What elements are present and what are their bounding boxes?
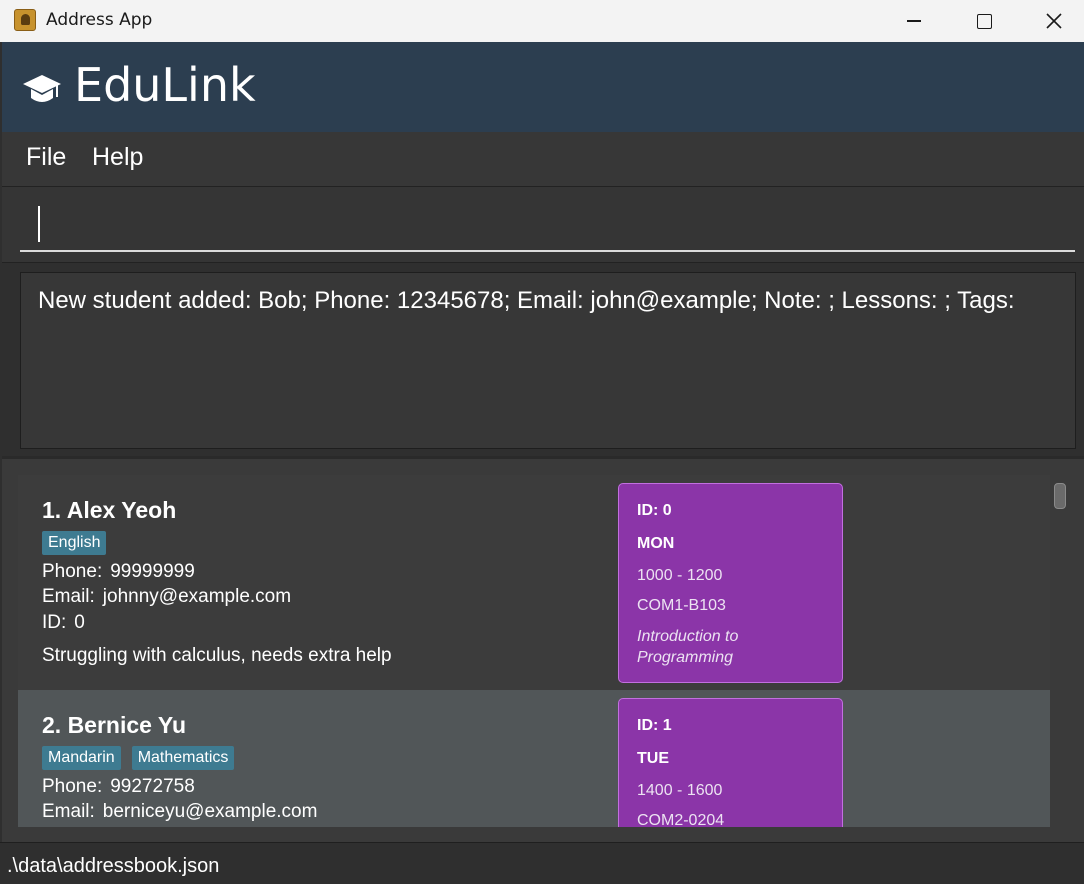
tag-badge: English	[42, 531, 107, 555]
student-list[interactable]: 1. Alex Yeoh English Phone: 99999999 Emai…	[18, 475, 1050, 827]
lesson-day: TUE	[637, 750, 669, 767]
text-caret	[38, 206, 40, 242]
tag-list: Mandarin Mathematics	[42, 746, 235, 770]
lesson-card[interactable]: ID: 1 TUE 1400 - 1600 COM2-0204	[618, 698, 843, 827]
phone-label: Phone:	[42, 561, 103, 582]
lesson-id: ID: 1	[637, 717, 672, 734]
email-label: Email:	[42, 801, 95, 822]
tag-badge: Mandarin	[42, 746, 121, 770]
student-card[interactable]: 2. Bernice Yu Mandarin Mathematics Phone…	[18, 690, 1050, 827]
menu-file[interactable]: File	[26, 143, 66, 172]
lesson-time: 1400 - 1600	[637, 782, 723, 799]
minimize-icon	[907, 20, 921, 22]
save-file-path: .\data\addressbook.json	[7, 855, 220, 877]
menu-bar: File Help	[2, 132, 1084, 186]
phone-field: Phone: 99999999	[42, 561, 195, 583]
lesson-card[interactable]: ID: 0 MON 1000 - 1200 COM1-B103 Introduc…	[618, 483, 843, 683]
address-book-icon	[14, 9, 36, 31]
student-note: Struggling with calculus, needs extra he…	[42, 645, 392, 666]
email-field: Email: berniceyu@example.com	[42, 801, 317, 823]
result-message: New student added: Bob; Phone: 12345678;…	[38, 287, 1015, 314]
scrollbar-thumb[interactable]	[1054, 483, 1066, 509]
status-bar: .\data\addressbook.json	[0, 842, 1084, 884]
id-label: ID:	[42, 612, 67, 633]
student-name: 1. Alex Yeoh	[42, 497, 177, 523]
student-card[interactable]: 1. Alex Yeoh English Phone: 99999999 Emai…	[18, 475, 1050, 690]
maximize-icon	[976, 13, 992, 29]
id-field: ID: 0	[42, 612, 85, 634]
window-title-bar: Address App	[0, 0, 1084, 42]
lesson-subject: Introduction to Programming	[637, 628, 739, 666]
lesson-time: 1000 - 1200	[637, 567, 723, 584]
email-value: johnny@example.com	[102, 586, 292, 607]
student-name: 2. Bernice Yu	[42, 712, 187, 738]
phone-label: Phone:	[42, 776, 103, 797]
phone-value: 99999999	[110, 561, 195, 582]
maximize-button[interactable]	[949, 0, 1019, 42]
close-icon	[1046, 13, 1062, 29]
close-button[interactable]	[1019, 0, 1084, 42]
menu-help[interactable]: Help	[92, 143, 143, 172]
lesson-venue: COM1-B103	[637, 597, 726, 614]
app-header: EduLink	[2, 42, 1084, 132]
tag-badge: Mathematics	[131, 746, 235, 770]
lesson-day: MON	[637, 535, 675, 552]
id-value: 0	[74, 612, 85, 633]
graduation-cap-icon	[23, 75, 61, 102]
result-display-panel: New student added: Bob; Phone: 12345678;…	[2, 262, 1084, 456]
list-scrollbar[interactable]	[1052, 479, 1066, 819]
email-value: berniceyu@example.com	[102, 801, 318, 822]
lesson-venue: COM2-0204	[637, 812, 725, 827]
phone-field: Phone: 99272758	[42, 776, 195, 798]
phone-value: 99272758	[110, 776, 195, 797]
lesson-id: ID: 0	[637, 502, 672, 519]
command-box	[2, 186, 1084, 262]
result-display: New student added: Bob; Phone: 12345678;…	[20, 272, 1076, 449]
brand-name: EduLink	[74, 58, 256, 112]
student-list-panel: 1. Alex Yeoh English Phone: 99999999 Emai…	[2, 456, 1084, 842]
tag-list: English	[42, 531, 107, 555]
window-title: Address App	[46, 10, 153, 30]
email-field: Email: johnny@example.com	[42, 586, 291, 608]
command-input[interactable]	[20, 202, 1075, 252]
minimize-button[interactable]	[879, 0, 949, 42]
email-label: Email:	[42, 586, 95, 607]
